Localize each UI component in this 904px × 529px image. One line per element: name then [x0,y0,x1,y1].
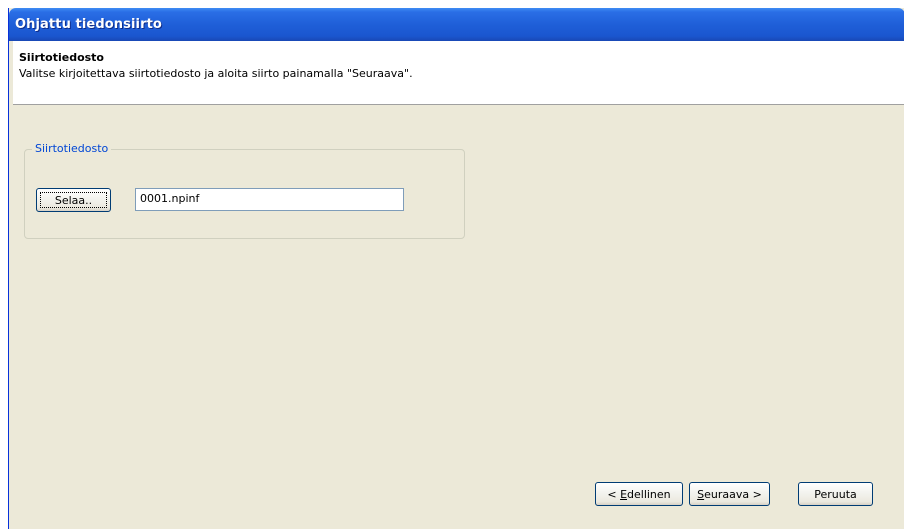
window-title: Ohjattu tiedonsiirto [15,17,162,32]
page-title: Siirtotiedosto [19,51,104,64]
cancel-button[interactable]: Peruuta [798,482,873,506]
group-legend: Siirtotiedosto [32,142,112,155]
cancel-button-label: Peruuta [814,487,857,501]
next-button-label: Seuraava > [697,487,762,501]
back-button-label: < Edellinen [607,487,671,501]
title-bar[interactable]: Ohjattu tiedonsiirto [9,8,904,41]
browse-button[interactable]: Selaa.. [36,188,111,212]
file-path-field[interactable]: 0001.npinf [135,188,404,211]
wizard-header: Siirtotiedosto Valitse kirjoitettava sii… [13,41,904,105]
page-subtitle: Valitse kirjoitettava siirtotiedosto ja … [19,67,413,80]
back-button[interactable]: < Edellinen [595,482,683,506]
browse-button-label: Selaa.. [54,193,93,207]
next-button[interactable]: Seuraava > [689,482,770,506]
file-path-value: 0001.npinf [140,192,200,205]
wizard-window: Ohjattu tiedonsiirto Siirtotiedosto Vali… [8,8,904,529]
